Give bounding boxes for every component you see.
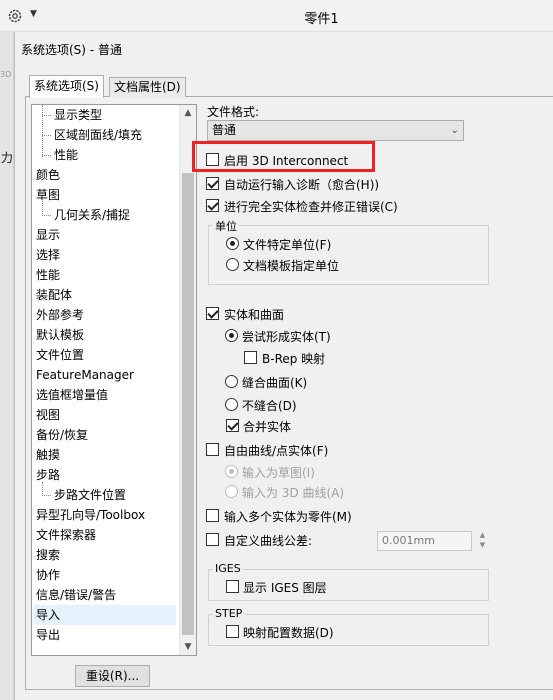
units-file-specific-radio[interactable] [226, 237, 239, 250]
tree-item-export[interactable]: 导出 [36, 625, 60, 645]
tree-item-file-explorer[interactable]: 文件探索器 [36, 525, 96, 545]
tree-item-routing[interactable]: 步路 [36, 465, 60, 485]
tree-item-import[interactable]: 导入 [34, 605, 176, 625]
tree-item-file-locations[interactable]: 文件位置 [36, 345, 84, 365]
solid-surface-label: 实体和曲面 [224, 308, 285, 322]
enable-3d-interconnect-checkbox[interactable] [206, 153, 219, 166]
import-as-3d-curves-radio[interactable] [225, 485, 238, 498]
tree-item-external-references[interactable]: 外部参考 [36, 305, 84, 325]
reset-button[interactable]: 重设(R)... [75, 665, 150, 687]
tree-item-performance[interactable]: 性能 [36, 265, 60, 285]
tree-item-default-templates[interactable]: 默认模板 [36, 325, 84, 345]
import-multiple-parts-checkbox[interactable] [206, 509, 219, 522]
tree-item-collaboration[interactable]: 协作 [36, 565, 60, 585]
free-curves-label: 自由曲线/点实体(F) [224, 444, 329, 458]
units-template-label: 文档模板指定单位 [243, 259, 340, 273]
enable-3d-interconnect-label: 启用 3D Interconnect [224, 154, 349, 168]
tree-guide [42, 495, 51, 496]
tree-item-display-type[interactable]: 显示类型 [54, 105, 102, 125]
merge-entities-checkbox[interactable] [226, 419, 239, 432]
tree-item-display[interactable]: 显示 [36, 225, 60, 245]
scrollbar-thumb[interactable] [182, 173, 194, 635]
tree-item-assemblies[interactable]: 装配体 [36, 285, 72, 305]
full-check-label: 进行完全实体检查并修正错误(C) [224, 200, 398, 214]
auto-diagnose-label: 自动运行输入诊断（愈合(H)) [224, 178, 380, 192]
tree-scrollbar[interactable]: ▲ ▼ [179, 105, 196, 655]
system-options-dialog: 系统选项(S) - 普通 系统选项(S) 文档属性(D) 显示类型 区域剖面线/… [14, 32, 553, 700]
file-format-select[interactable]: 普通 ⌄ [207, 120, 464, 141]
auto-diagnose-checkbox[interactable] [206, 177, 219, 190]
background-label-ka: カ [0, 151, 14, 167]
tree-guide [42, 215, 51, 216]
tab-document-properties[interactable]: 文档属性(D) [109, 77, 186, 97]
step-group-label: STEP [213, 607, 245, 620]
background-label-3d: 3D [0, 70, 12, 79]
full-check-checkbox[interactable] [206, 199, 219, 212]
show-iges-layers-checkbox[interactable] [226, 580, 239, 593]
file-format-value: 普通 [212, 123, 237, 137]
tree-guide [42, 155, 51, 156]
scroll-down-icon[interactable]: ▼ [182, 639, 194, 655]
tree-item-spin-box-increments[interactable]: 选值框增量值 [36, 385, 108, 405]
tree-item-performance-sub[interactable]: 性能 [54, 145, 78, 165]
tree-guide [42, 135, 51, 136]
units-group [208, 225, 489, 285]
map-config-data-checkbox[interactable] [226, 625, 239, 638]
units-group-label: 单位 [213, 218, 239, 234]
chevron-down-icon: ⌄ [450, 125, 459, 136]
tree-item-view[interactable]: 视图 [36, 405, 60, 425]
options-tree[interactable]: 显示类型 区域剖面线/填充 性能 颜色 草图 几何关系/捕捉 显示 选择 性能 … [31, 104, 197, 656]
import-multiple-parts-label: 输入多个实体为零件(M) [224, 510, 352, 524]
tree-item-backup-recover[interactable]: 备份/恢复 [36, 425, 88, 445]
tree-item-sketch[interactable]: 草图 [36, 185, 60, 205]
custom-tolerance-checkbox[interactable] [206, 533, 219, 546]
brep-mapping-label: B-Rep 映射 [262, 352, 326, 366]
tree-item-hole-wizard-toolbox[interactable]: 异型孔向导/Toolbox [36, 505, 145, 525]
merge-entities-label: 合并实体 [243, 420, 292, 434]
tree-guide [42, 105, 43, 157]
import-as-sketch-radio[interactable] [225, 465, 238, 478]
tree-item-hatch[interactable]: 区域剖面线/填充 [54, 125, 142, 145]
units-file-specific-label: 文件特定单位(F) [243, 238, 332, 252]
brep-mapping-checkbox[interactable] [244, 351, 257, 364]
window-title: 零件1 [304, 12, 339, 27]
tab-system-options[interactable]: 系统选项(S) [29, 75, 104, 98]
background-app-strip: 3D カ [0, 32, 14, 700]
iges-group-label: IGES [213, 562, 243, 575]
tolerance-stepper[interactable]: ▲ ▼ [476, 530, 489, 552]
tree-item-colors[interactable]: 颜色 [36, 165, 60, 185]
import-as-sketch-label: 输入为草图(I) [242, 466, 315, 480]
tree-item-selection[interactable]: 选择 [36, 245, 60, 265]
solid-surface-checkbox[interactable] [206, 307, 219, 320]
no-knit-label: 不缝合(D) [242, 399, 297, 413]
free-curves-checkbox[interactable] [206, 443, 219, 456]
tolerance-input[interactable]: 0.001mm [377, 531, 472, 551]
show-iges-layers-label: 显示 IGES 图层 [243, 581, 327, 595]
units-template-radio[interactable] [226, 258, 239, 271]
dialog-title: 系统选项(S) - 普通 [21, 43, 122, 57]
knit-surfaces-label: 缝合曲面(K) [242, 376, 308, 390]
tree-item-routing-file-locations[interactable]: 步路文件位置 [54, 485, 126, 505]
knit-surfaces-radio[interactable] [225, 375, 238, 388]
try-form-solid-label: 尝试形成实体(T) [242, 330, 331, 344]
tree-item-messages-errors-warnings[interactable]: 信息/错误/警告 [36, 585, 116, 605]
tree-item-relations-snaps[interactable]: 几何关系/捕捉 [54, 205, 130, 225]
no-knit-radio[interactable] [225, 398, 238, 411]
tree-item-featuremanager[interactable]: FeatureManager [36, 365, 134, 385]
title-bar: ▼ 零件1 [0, 0, 553, 32]
scroll-up-icon[interactable]: ▲ [182, 105, 194, 121]
tree-item-touch[interactable]: 触摸 [36, 445, 60, 465]
import-as-3d-curves-label: 输入为 3D 曲线(A) [242, 486, 345, 500]
custom-tolerance-label: 自定义曲线公差: [224, 534, 313, 548]
map-config-data-label: 映射配置数据(D) [243, 626, 334, 640]
file-format-label: 文件格式: [207, 105, 260, 119]
tree-item-search[interactable]: 搜索 [36, 545, 60, 565]
tree-guide [42, 115, 51, 116]
try-form-solid-radio[interactable] [225, 329, 238, 342]
